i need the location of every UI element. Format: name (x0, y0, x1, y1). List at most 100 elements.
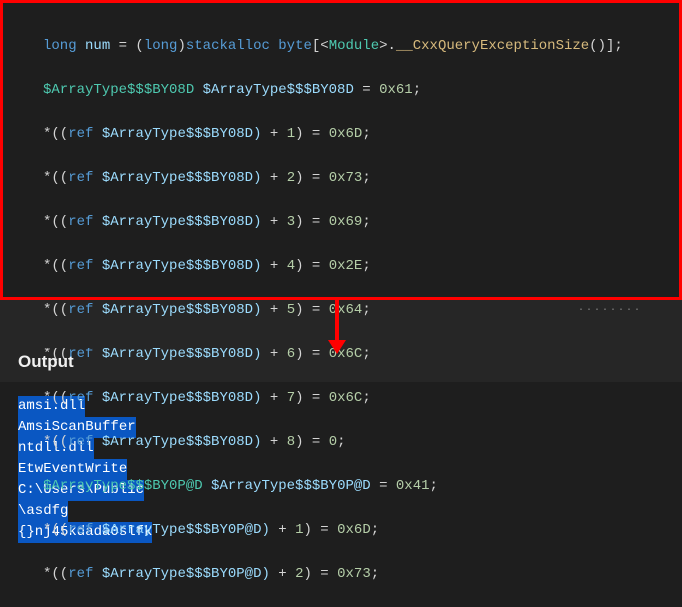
operator: + (270, 258, 287, 274)
operator: ) = (295, 170, 329, 186)
arrow-annotation (0, 318, 682, 348)
number: 2 (295, 566, 303, 582)
variable: num (77, 38, 119, 54)
code-line: *((ref $ArrayType$$$BY08D) + 8) = 0; (43, 431, 665, 453)
operator: >. (379, 38, 396, 54)
operator: ) = (295, 214, 329, 230)
variable: $ArrayType$$$BY08D (194, 82, 362, 98)
operator: *(( (43, 302, 68, 318)
operator: ()]; (589, 38, 623, 54)
semicolon: ; (362, 258, 370, 274)
keyword: ref (68, 170, 93, 186)
operator: + (270, 434, 287, 450)
variable: $ArrayType$$$BY0P@D) (93, 522, 278, 538)
keyword: stackalloc byte (186, 38, 312, 54)
number: 0x6C (329, 390, 363, 406)
variable: $ArrayType$$$BY08D) (93, 170, 269, 186)
code-line: *((ref $ArrayType$$$BY08D) + 2) = 0x73; (43, 167, 665, 189)
number: 0x61 (379, 82, 413, 98)
keyword: ref (68, 390, 93, 406)
variable: $ArrayType$$$BY08D) (93, 126, 269, 142)
semicolon: ; (362, 346, 370, 362)
operator: + (278, 522, 295, 538)
number: 8 (287, 434, 295, 450)
semicolon: ; (337, 434, 345, 450)
operator: + (270, 302, 287, 318)
operator: + (270, 126, 287, 142)
semicolon: ; (362, 390, 370, 406)
code-line: *((ref $ArrayType$$$BY0P@D) + 1) = 0x6D; (43, 519, 665, 541)
bracket: [< (312, 38, 329, 54)
code-line: *((ref $ArrayType$$$BY08D) + 1) = 0x6D; (43, 123, 665, 145)
code-line: *((ref $ArrayType$$$BY0P@D) + 2) = 0x73; (43, 563, 665, 585)
operator: + (270, 170, 287, 186)
variable: $ArrayType$$$BY08D) (93, 390, 269, 406)
number: 0x64 (329, 302, 363, 318)
number: 6 (287, 346, 295, 362)
number: 2 (287, 170, 295, 186)
keyword: ref (68, 434, 93, 450)
code-editor-panel: long num = (long)stackalloc byte[<Module… (0, 0, 682, 300)
keyword: ref (68, 258, 93, 274)
code-line: $ArrayType$$$BY0P@D $ArrayType$$$BY0P@D … (43, 475, 665, 497)
variable: $ArrayType$$$BY08D) (93, 214, 269, 230)
operator: ) = (304, 522, 338, 538)
variable: $ArrayType$$$BY0P@D (203, 478, 379, 494)
operator: ) = (304, 566, 338, 582)
operator: ) = (295, 126, 329, 142)
operator: + (270, 346, 287, 362)
operator: ) = (295, 434, 329, 450)
operator: *(( (43, 258, 68, 274)
operator: = (362, 82, 379, 98)
operator: ) = (295, 390, 329, 406)
code-line: $ArrayType$$$BY08D $ArrayType$$$BY08D = … (43, 79, 665, 101)
arrow-shaft (335, 300, 339, 342)
operator: *(( (43, 390, 68, 406)
semicolon: ; (362, 302, 370, 318)
keyword: ref (68, 126, 93, 142)
semicolon: ; (413, 82, 421, 98)
number: 5 (287, 302, 295, 318)
number: 4 (287, 258, 295, 274)
code-line: *((ref $ArrayType$$$BY08D) + 4) = 0x2E; (43, 255, 665, 277)
keyword: long (43, 38, 77, 54)
operator: *(( (43, 566, 68, 582)
number: 1 (295, 522, 303, 538)
variable: $ArrayType$$$BY08D) (93, 434, 269, 450)
operator: + (278, 566, 295, 582)
number: 0x69 (329, 214, 363, 230)
operator: ) = (295, 258, 329, 274)
operator: = (379, 478, 396, 494)
operator: + (270, 390, 287, 406)
semicolon: ; (362, 214, 370, 230)
module-ref: Module (329, 38, 379, 54)
number: 0x6D (337, 522, 371, 538)
number: 7 (287, 390, 295, 406)
operator: *(( (43, 434, 68, 450)
semicolon: ; (362, 170, 370, 186)
operator: = ( (119, 38, 144, 54)
type-name: $ArrayType$$$BY08D (43, 82, 194, 98)
number: 3 (287, 214, 295, 230)
number: 1 (287, 126, 295, 142)
semicolon: ; (371, 566, 379, 582)
operator: ) (177, 38, 185, 54)
keyword: ref (68, 522, 93, 538)
operator: *(( (43, 522, 68, 538)
number: 0x73 (337, 566, 371, 582)
keyword: ref (68, 302, 93, 318)
variable: $ArrayType$$$BY08D) (93, 346, 269, 362)
variable: $ArrayType$$$BY08D) (93, 258, 269, 274)
type-name: $ArrayType$$$BY0P@D (43, 478, 203, 494)
number: 0x6D (329, 126, 363, 142)
operator: + (270, 214, 287, 230)
keyword: ref (68, 566, 93, 582)
number: 0x2E (329, 258, 363, 274)
code-line: *((ref $ArrayType$$$BY08D) + 7) = 0x6C; (43, 387, 665, 409)
arrow-head-icon (328, 340, 346, 354)
operator: *(( (43, 214, 68, 230)
semicolon: ; (362, 126, 370, 142)
operator: ) = (295, 346, 329, 362)
cast-type: long (144, 38, 178, 54)
function-name: __CxxQueryExceptionSize (396, 38, 589, 54)
